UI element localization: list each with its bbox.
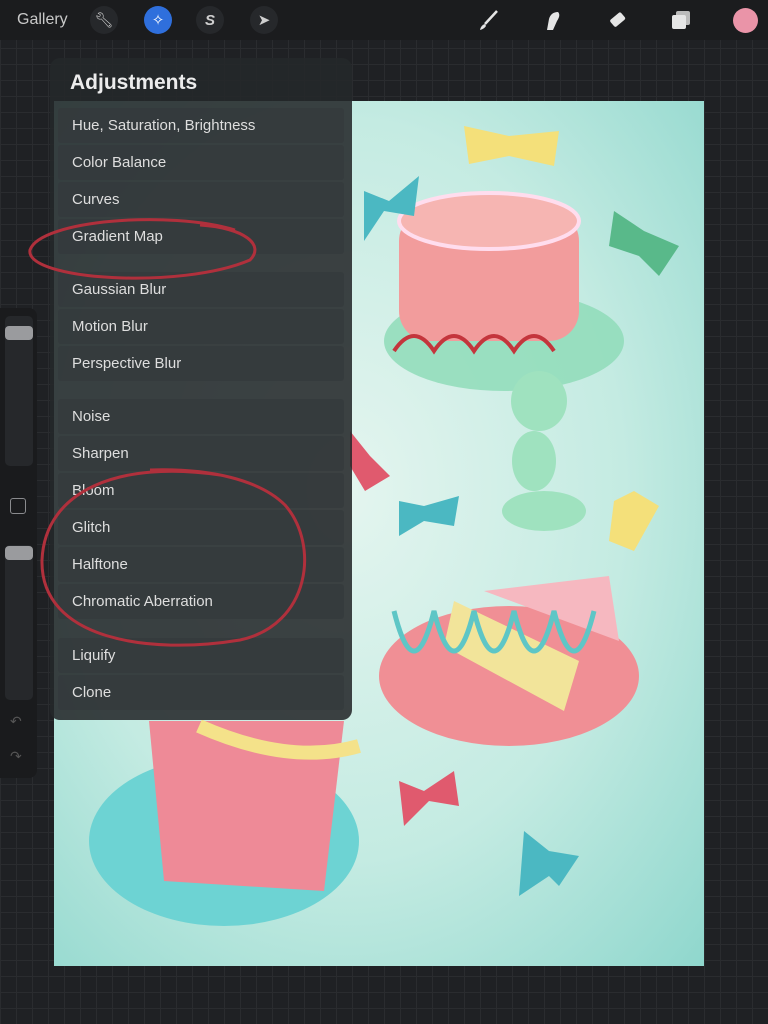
menu-item-hue-saturation-brightness[interactable]: Hue, Saturation, Brightness	[58, 108, 344, 143]
smudge-icon[interactable]	[540, 8, 564, 32]
brush-size-thumb[interactable]	[5, 326, 33, 340]
menu-item-perspective-blur[interactable]: Perspective Blur	[58, 346, 344, 381]
top-toolbar: Gallery 🔧︎ ✧ S ➤	[0, 0, 768, 40]
menu-item-bloom[interactable]: Bloom	[58, 473, 344, 508]
modify-button[interactable]	[10, 498, 26, 514]
adjustments-menu: Adjustments Hue, Saturation, Brightness C…	[50, 58, 352, 720]
menu-item-curves[interactable]: Curves	[58, 182, 344, 217]
brush-icon[interactable]	[476, 8, 500, 32]
menu-item-clone[interactable]: Clone	[58, 675, 344, 710]
magic-wand-icon[interactable]: ✧	[144, 6, 172, 34]
undo-icon[interactable]: ↶	[10, 713, 22, 730]
menu-item-chromatic-aberration[interactable]: Chromatic Aberration	[58, 584, 344, 619]
menu-item-halftone[interactable]: Halftone	[58, 547, 344, 582]
opacity-slider[interactable]	[5, 545, 33, 700]
menu-item-gradient-map[interactable]: Gradient Map	[58, 219, 344, 254]
redo-icon[interactable]: ↷	[10, 748, 22, 765]
eraser-icon[interactable]	[605, 8, 629, 32]
left-sidebar: ↶ ↷	[0, 308, 37, 778]
opacity-thumb[interactable]	[5, 546, 33, 560]
menu-item-liquify[interactable]: Liquify	[58, 638, 344, 673]
menu-item-gaussian-blur[interactable]: Gaussian Blur	[58, 272, 344, 307]
selection-s-icon[interactable]: S	[196, 6, 224, 34]
menu-item-noise[interactable]: Noise	[58, 399, 344, 434]
gallery-button[interactable]: Gallery	[17, 11, 68, 29]
color-swatch[interactable]	[733, 8, 758, 33]
menu-item-sharpen[interactable]: Sharpen	[58, 436, 344, 471]
layers-icon[interactable]	[669, 8, 693, 32]
menu-title: Adjustments	[70, 71, 198, 94]
wrench-icon[interactable]: 🔧︎	[90, 6, 118, 34]
menu-item-motion-blur[interactable]: Motion Blur	[58, 309, 344, 344]
menu-item-glitch[interactable]: Glitch	[58, 510, 344, 545]
arrow-cursor-icon[interactable]: ➤	[250, 6, 278, 34]
menu-item-color-balance[interactable]: Color Balance	[58, 145, 344, 180]
